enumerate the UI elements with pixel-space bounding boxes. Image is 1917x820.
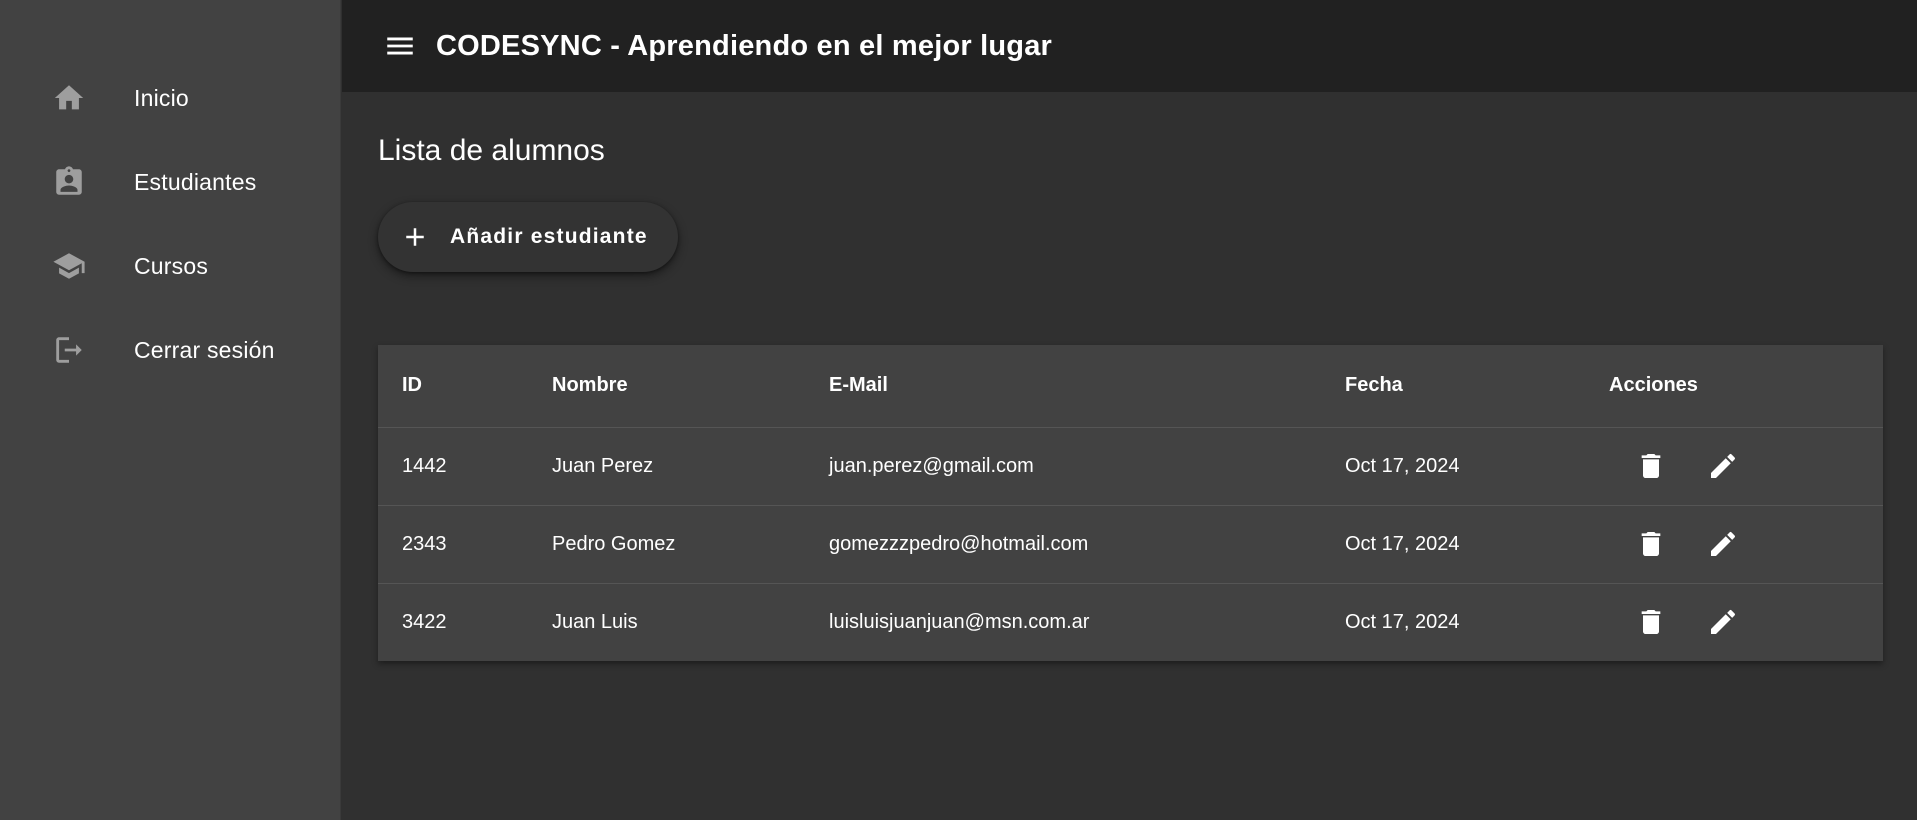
sidebar-item-cursos[interactable]: Cursos <box>0 224 340 308</box>
table-row: 2343 Pedro Gomez gomezzzpedro@hotmail.co… <box>378 505 1883 583</box>
edit-icon <box>1707 528 1739 560</box>
table-row: 1442 Juan Perez juan.perez@gmail.com Oct… <box>378 427 1883 505</box>
delete-icon <box>1635 450 1667 482</box>
table-header-row: ID Nombre E-Mail Fecha Acciones <box>378 345 1883 427</box>
cell-date: Oct 17, 2024 <box>1345 610 1460 633</box>
cell-email: gomezzzpedro@hotmail.com <box>829 532 1089 555</box>
sidebar-item-label: Estudiantes <box>134 168 257 195</box>
sidebar-item-label: Cursos <box>134 252 209 279</box>
delete-button[interactable] <box>1627 520 1675 568</box>
column-header-email: E-Mail <box>829 374 888 397</box>
cell-email: juan.perez@gmail.com <box>829 454 1034 477</box>
edit-icon <box>1707 450 1739 482</box>
page-title: Lista de alumnos <box>378 134 605 167</box>
sidebar-item-cerrar-sesion[interactable]: Cerrar sesión <box>0 308 340 392</box>
cell-name: Juan Luis <box>552 610 638 633</box>
sidebar-item-label: Cerrar sesión <box>134 336 275 363</box>
column-header-nombre: Nombre <box>552 374 628 397</box>
menu-button[interactable] <box>382 28 418 64</box>
cell-actions <box>1585 505 1883 583</box>
cell-id: 3422 <box>402 610 447 633</box>
column-header-acciones: Acciones <box>1609 374 1698 397</box>
add-student-label: Añadir estudiante <box>450 225 648 248</box>
delete-button[interactable] <box>1627 598 1675 646</box>
cell-date: Oct 17, 2024 <box>1345 532 1460 555</box>
edit-button[interactable] <box>1699 598 1747 646</box>
column-header-fecha: Fecha <box>1345 374 1403 397</box>
add-icon <box>400 222 450 252</box>
cell-name: Juan Perez <box>552 454 654 477</box>
edit-icon <box>1707 606 1739 638</box>
cell-name: Pedro Gomez <box>552 532 676 555</box>
cell-date: Oct 17, 2024 <box>1345 454 1460 477</box>
students-table: ID Nombre E-Mail Fecha Acciones 1442 Jua… <box>378 345 1883 661</box>
home-icon <box>52 81 86 115</box>
cell-actions <box>1585 583 1883 661</box>
sidebar: Inicio Estudiantes Cursos Cerrar sesión <box>0 0 341 820</box>
delete-icon <box>1635 606 1667 638</box>
edit-button[interactable] <box>1699 442 1747 490</box>
main-content: Lista de alumnos Añadir estudiante ID No… <box>342 92 1917 820</box>
assignment-ind-icon <box>52 165 86 199</box>
delete-button[interactable] <box>1627 442 1675 490</box>
cell-email: luisluisjuanjuan@msn.com.ar <box>829 610 1090 633</box>
sidebar-item-inicio[interactable]: Inicio <box>0 56 340 140</box>
cell-id: 1442 <box>402 454 447 477</box>
school-icon <box>52 249 86 283</box>
sidebar-item-estudiantes[interactable]: Estudiantes <box>0 140 340 224</box>
logout-icon <box>52 333 86 367</box>
edit-button[interactable] <box>1699 520 1747 568</box>
add-student-button[interactable]: Añadir estudiante <box>378 202 678 272</box>
cell-id: 2343 <box>402 532 447 555</box>
delete-icon <box>1635 528 1667 560</box>
cell-actions <box>1585 427 1883 505</box>
column-header-id: ID <box>402 374 422 397</box>
sidebar-item-label: Inicio <box>134 84 189 111</box>
table-row: 3422 Juan Luis luisluisjuanjuan@msn.com.… <box>378 583 1883 661</box>
menu-icon <box>383 29 417 63</box>
top-app-bar: CODESYNC - Aprendiendo en el mejor lugar <box>342 0 1917 92</box>
app-title: CODESYNC - Aprendiendo en el mejor lugar <box>436 29 1053 62</box>
